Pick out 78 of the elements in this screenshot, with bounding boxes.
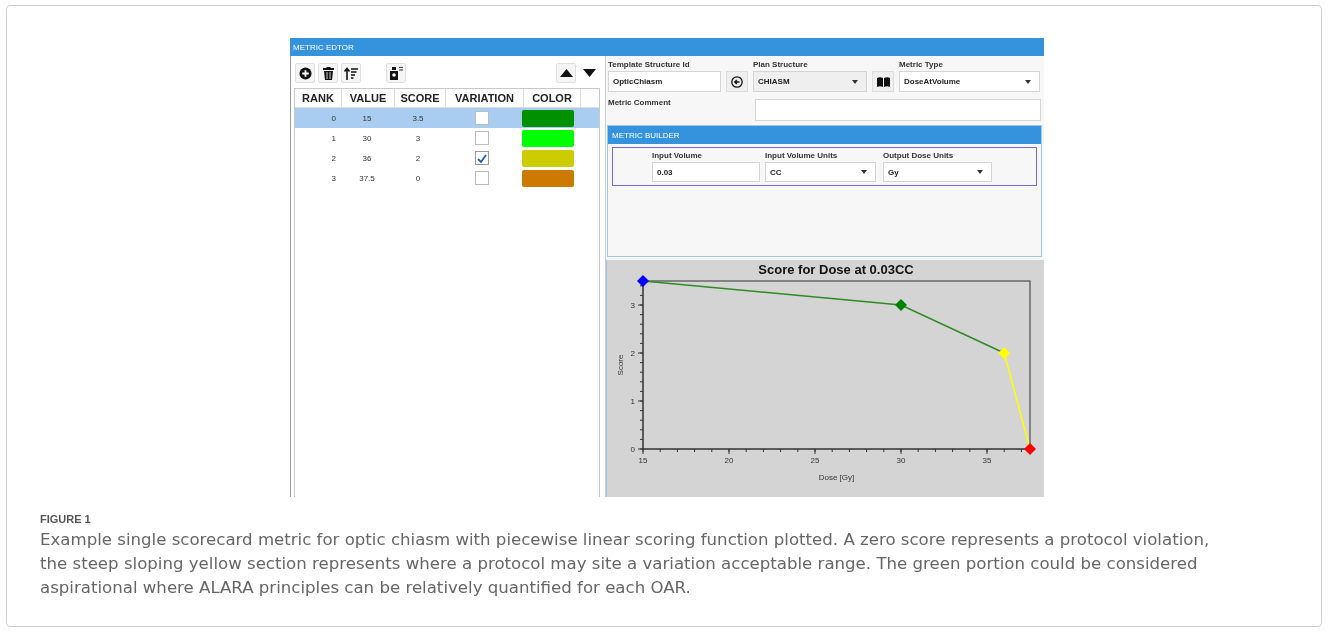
triangle-down-icon [582, 69, 596, 77]
y-tick-label: 1 [630, 397, 635, 406]
dropdown[interactable]: DoseAtVolume [899, 71, 1040, 92]
comment-field[interactable] [755, 99, 1041, 121]
table-row[interactable]: 2 36 2 [295, 148, 599, 168]
column-header[interactable]: SCORE [395, 89, 446, 107]
arrow-left-circle-icon [731, 75, 743, 88]
field-label: Output Dose Units [883, 151, 955, 161]
table-cell-text: 1 [330, 133, 337, 143]
dropdown-caret-icon [861, 170, 867, 174]
chart-title: Score for Dose at 0.03CC [758, 262, 914, 277]
table-row[interactable]: 1 30 3 [295, 128, 599, 148]
dropdown[interactable]: CC [765, 162, 876, 182]
checkbox[interactable] [474, 171, 489, 185]
sort-icon [344, 66, 358, 80]
table-cell-text: 2 [414, 153, 422, 163]
table-cell-text: 3.5 [411, 113, 425, 123]
field-label: Template Structure Id [608, 60, 691, 70]
table-cell-text: 37.5 [358, 173, 376, 183]
book-button[interactable] [872, 71, 894, 92]
table-cell-text: 0 [330, 113, 337, 123]
table-row[interactable]: 0 15 3.5 [295, 108, 599, 128]
move-up-button[interactable] [556, 63, 576, 83]
color-swatch[interactable] [522, 169, 574, 187]
figure-label: FIGURE 1 [40, 513, 92, 525]
x-tick-label: 30 [896, 456, 906, 465]
color-swatch[interactable] [522, 129, 574, 147]
table-cell-text: 30 [361, 133, 373, 143]
plus-circle-icon [298, 66, 312, 80]
table-cell-text: 0 [414, 173, 422, 183]
trash-icon [322, 66, 334, 80]
table-row[interactable]: 3 37.5 0 [295, 168, 599, 188]
dropdown-caret-icon [852, 79, 858, 84]
text-field[interactable]: OpticChiasm [608, 71, 721, 92]
table-cell-text: 3 [330, 173, 337, 183]
column-header[interactable]: RANK [295, 89, 342, 107]
x-tick-label: 35 [982, 456, 992, 465]
color-swatch[interactable] [522, 149, 574, 167]
sort-button[interactable] [341, 63, 361, 83]
apply-button[interactable] [726, 71, 748, 92]
delete-button[interactable] [318, 63, 338, 83]
y-tick-label: 0 [630, 445, 635, 454]
table-cell-text: 3 [414, 133, 422, 143]
field-label: Input Volume [652, 151, 704, 161]
add-button[interactable] [295, 63, 315, 83]
table-cell-text: 15 [361, 113, 373, 123]
x-tick-label: 20 [724, 456, 734, 465]
field-label: Input Volume Units [765, 151, 839, 161]
y-axis-label: Score [616, 354, 625, 376]
dropdown-caret-icon [977, 170, 983, 174]
dropdown-caret-icon [1025, 79, 1031, 84]
x-tick-label: 15 [638, 456, 648, 465]
panel-title: METRIC BUILDER [612, 130, 680, 140]
table-cell-text: 2 [330, 153, 337, 163]
checkbox[interactable] [474, 151, 489, 165]
color-swatch[interactable] [522, 109, 574, 127]
dropdown[interactable]: CHIASM [753, 71, 867, 92]
field-label: Metric Type [899, 60, 944, 70]
column-header[interactable]: VARIATION [446, 89, 524, 107]
dropdown[interactable]: Gy [883, 162, 992, 182]
table-cell-text: 36 [361, 153, 373, 163]
field-label: Metric Comment [608, 98, 672, 108]
triangle-up-icon [559, 69, 573, 77]
spray-button[interactable] [386, 63, 406, 83]
text-field[interactable]: 0.03 [652, 162, 760, 182]
column-header[interactable]: VALUE [342, 89, 395, 107]
field-label: Plan Structure [753, 60, 809, 70]
y-tick-label: 3 [630, 301, 635, 310]
figure-caption: Example single scorecard metric for optic chiasm with piecewise linear scoring function plotted. A zero score represents a protocol violation, the steep sloping yellow section represents where a protocol may site a variation acceptable range. The green portion could be considered aspirational where ALARA principles can be relatively quantified for each OAR. [40, 529, 1211, 599]
book-icon [876, 76, 890, 87]
x-axis-label: Dose [Gy] [818, 473, 855, 482]
y-tick-label: 2 [630, 349, 635, 358]
checkbox[interactable] [474, 131, 489, 145]
column-header[interactable]: COLOR [524, 89, 581, 107]
x-tick-label: 25 [810, 456, 820, 465]
spray-bottle-icon [389, 66, 403, 80]
window-title: METRIC EDTOR [293, 42, 354, 52]
checkbox[interactable] [474, 111, 489, 125]
